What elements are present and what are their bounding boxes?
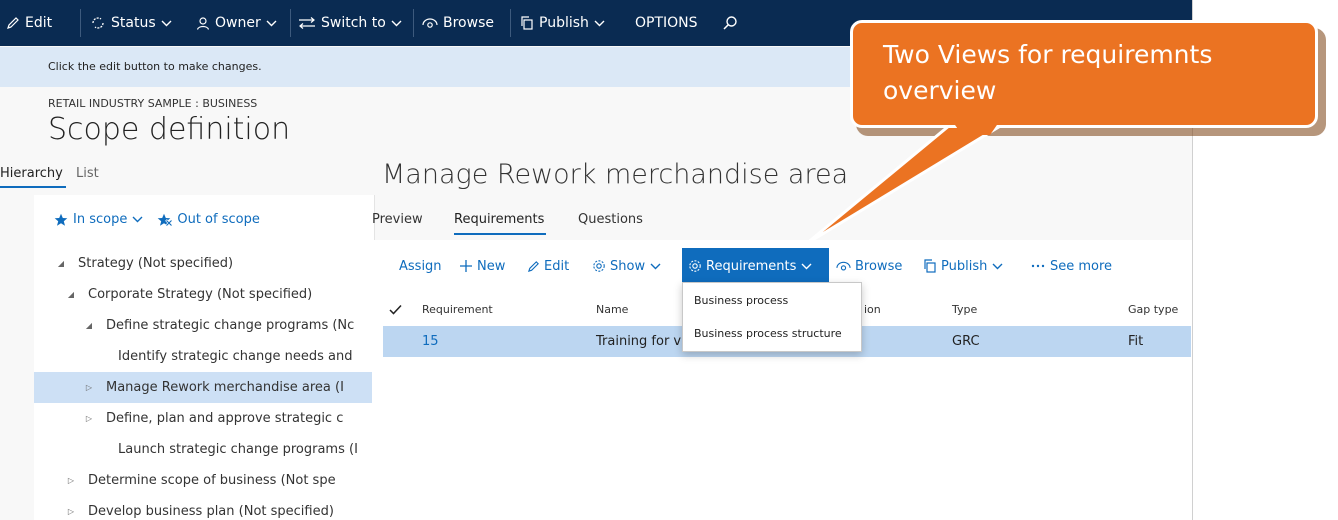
callout-pointer-joint xyxy=(953,122,999,135)
